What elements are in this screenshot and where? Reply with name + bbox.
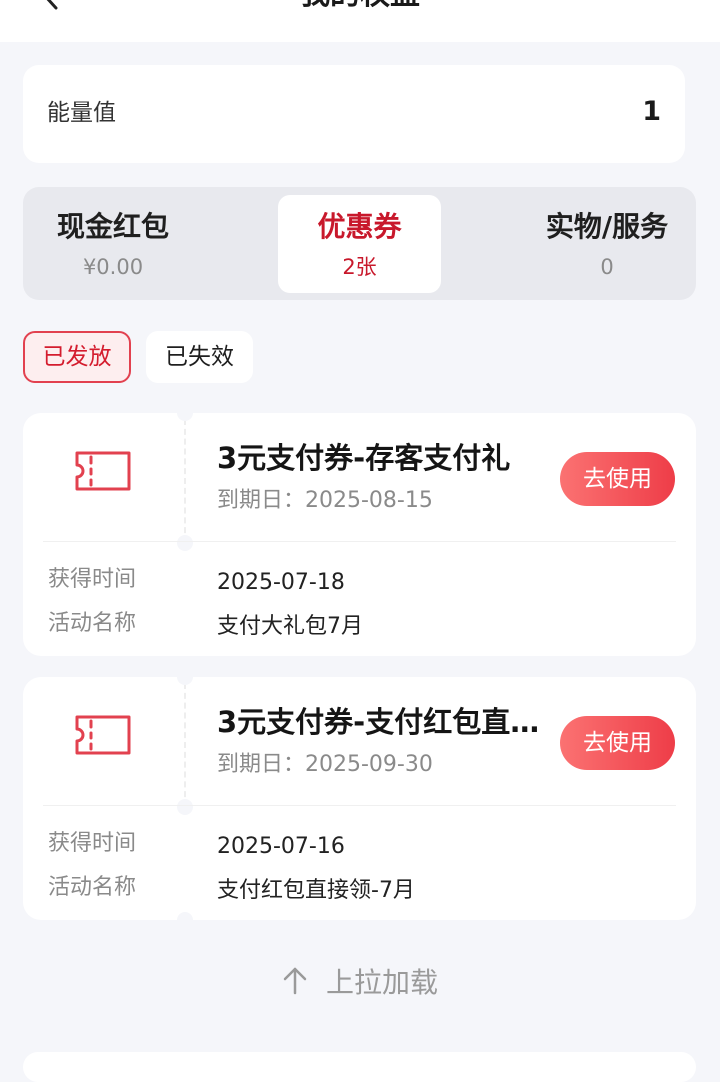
ticket-icon <box>75 451 131 491</box>
next-coupon-card <box>23 1052 696 1082</box>
coupon-expiry: 到期日：2025-09-30 <box>217 752 433 777</box>
tab-label: 优惠券 <box>317 210 402 243</box>
energy-value: 1 <box>642 96 661 127</box>
coupon-notch <box>177 669 193 685</box>
coupon-card: 3元支付券-支付红包直接领-7月 到期日：2025-09-30 去使用 获得时间… <box>23 669 696 928</box>
energy-label: 能量值 <box>47 100 116 126</box>
coupon-notch <box>177 912 193 928</box>
page-title: 我的权益 <box>0 0 720 12</box>
load-more-indicator: 上拉加载 <box>0 962 720 1002</box>
coupon-divider <box>184 419 186 543</box>
use-coupon-button[interactable]: 去使用 <box>560 452 675 506</box>
filter-issued[interactable]: 已发放 <box>23 331 131 383</box>
tab-cash-red-packet[interactable]: 现金红包 ¥0.00 <box>23 195 203 293</box>
obtain-time-label: 获得时间 <box>48 831 137 856</box>
coupon-notch <box>177 535 193 551</box>
activity-name-value: 支付大礼包7月 <box>217 614 363 639</box>
tab-label: 现金红包 <box>56 210 169 243</box>
coupon-title: 3元支付券-支付红包直接领-7月 <box>217 705 541 739</box>
filter-expired[interactable]: 已失效 <box>146 331 253 383</box>
divider <box>43 541 676 542</box>
arrow-up-icon <box>283 967 307 995</box>
ticket-icon <box>75 715 131 755</box>
obtain-time-label: 获得时间 <box>48 567 137 592</box>
obtain-time-value: 2025-07-18 <box>217 570 345 595</box>
energy-card: 能量值 1 <box>23 65 685 163</box>
coupon-card: 3元支付券-存客支付礼 到期日：2025-08-15 去使用 获得时间 2025… <box>23 405 696 656</box>
coupon-title: 3元支付券-存客支付礼 <box>217 441 511 475</box>
coupon-notch <box>177 405 193 421</box>
activity-name-label: 活动名称 <box>48 611 137 636</box>
divider <box>43 805 676 806</box>
tab-label: 实物/服务 <box>545 210 669 243</box>
activity-name-label: 活动名称 <box>48 875 137 900</box>
activity-name-value: 支付红包直接领-7月 <box>217 878 415 903</box>
obtain-time-value: 2025-07-16 <box>217 834 345 859</box>
tab-coupons[interactable]: 优惠券 2张 <box>278 195 441 293</box>
tab-count: 2张 <box>342 255 377 279</box>
coupon-expiry: 到期日：2025-08-15 <box>217 488 433 513</box>
load-more-text: 上拉加载 <box>325 966 438 999</box>
tab-count: 0 <box>600 255 614 279</box>
coupon-notch <box>177 799 193 815</box>
header-bar: 我的权益 <box>0 0 720 42</box>
tab-count: ¥0.00 <box>82 255 144 279</box>
category-tabs: 现金红包 ¥0.00 优惠券 2张 实物/服务 0 <box>23 187 696 300</box>
use-coupon-button[interactable]: 去使用 <box>560 716 675 770</box>
coupon-divider <box>184 683 186 807</box>
tab-physical-service[interactable]: 实物/服务 0 <box>528 195 686 293</box>
